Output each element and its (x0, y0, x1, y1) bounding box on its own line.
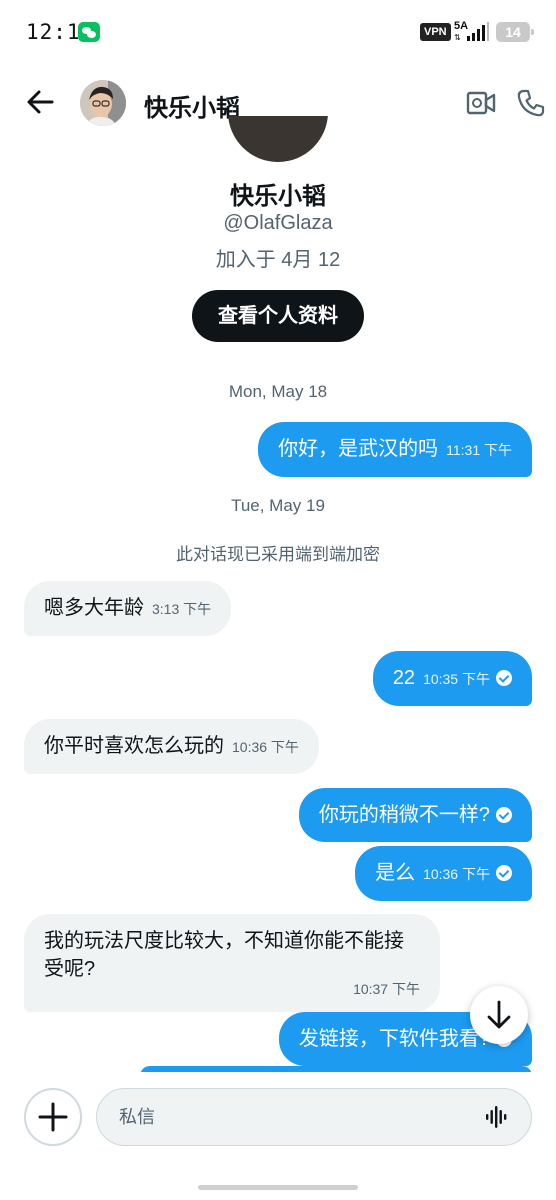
message-time: 10:37 下午 (353, 981, 420, 997)
message-time: 11:31 下午 (446, 442, 512, 458)
message-text: 发链接，下软件我看? (298, 1028, 490, 1050)
arrow-left-icon[interactable] (24, 86, 56, 118)
home-indicator[interactable] (198, 1185, 358, 1190)
message-text: 我的玩法尺度比较大，不知道你能不能接受呢? (44, 930, 404, 980)
video-call-icon[interactable] (466, 90, 496, 116)
profile-avatar[interactable] (228, 116, 328, 162)
message-time: 10:36 下午 (423, 866, 490, 882)
signal-strength-icon (467, 22, 489, 41)
date-separator: Tue, May 19 (231, 496, 325, 515)
scroll-to-bottom-button[interactable] (470, 986, 528, 1044)
status-bar: 12:13 VPN 5A ⇅ 14 (0, 0, 556, 64)
date-separator: Mon, May 18 (228, 382, 328, 401)
message-bubble-outgoing[interactable]: 是么 10:36 下午 (355, 846, 532, 901)
message-composer (0, 1072, 556, 1172)
read-receipt-icon (496, 807, 512, 823)
battery-indicator: 14 (496, 22, 534, 42)
message-time: 10:35 下午 (423, 671, 490, 687)
encryption-notice: 此对话现已采用端到端加密 (176, 545, 380, 564)
message-bubble-incoming[interactable]: 嗯多大年龄 3:13 下午 (24, 581, 232, 636)
message-input-container (96, 1088, 532, 1146)
avatar-image (80, 80, 126, 126)
read-receipt-icon (496, 865, 512, 881)
message-text: 你玩的稍微不一样? (318, 804, 490, 826)
arrow-down-icon (487, 1000, 511, 1029)
message-text: 你平时喜欢怎么玩的 (44, 735, 224, 757)
header-contact-name[interactable]: 快乐小韬 (144, 88, 240, 123)
message-time: 10:36 下午 (232, 739, 299, 755)
profile-joined-date: 加入于 4月 12 (215, 249, 341, 271)
message-bubble-outgoing[interactable]: 你玩的稍微不一样? (298, 788, 532, 842)
profile-handle: @OlafGlaza (223, 212, 333, 234)
view-profile-button[interactable]: 查看个人资料 (192, 290, 364, 342)
plus-icon (38, 1102, 68, 1132)
phone-call-icon[interactable] (516, 88, 546, 118)
message-input[interactable] (119, 1089, 479, 1145)
message-bubble-outgoing[interactable]: 你好，是武汉的吗 11:31 下午 (258, 422, 532, 477)
message-text: 嗯多大年龄 (44, 597, 144, 619)
vpn-badge: VPN (420, 23, 451, 41)
message-text: 你好，是武汉的吗 (278, 438, 439, 460)
message-bubble-outgoing[interactable]: 22 10:35 下午 (372, 651, 532, 706)
voice-wave-icon[interactable] (485, 1105, 509, 1129)
message-text: 是么 (375, 862, 416, 884)
profile-avatar-image (228, 116, 328, 162)
message-bubble-incoming[interactable]: 我的玩法尺度比较大，不知道你能不能接受呢? 10:37 下午 (24, 914, 440, 1012)
add-media-button[interactable] (24, 1088, 82, 1146)
avatar[interactable] (80, 80, 126, 126)
network-activity-icon: ⇅ (454, 33, 461, 42)
message-time: 3:13 下午 (152, 601, 212, 617)
wechat-icon (78, 22, 100, 42)
read-receipt-icon (496, 670, 512, 686)
profile-name: 快乐小韬 (230, 183, 326, 210)
message-bubble-incoming[interactable]: 你平时喜欢怎么玩的 10:36 下午 (24, 719, 319, 774)
message-text: 22 (392, 667, 416, 689)
